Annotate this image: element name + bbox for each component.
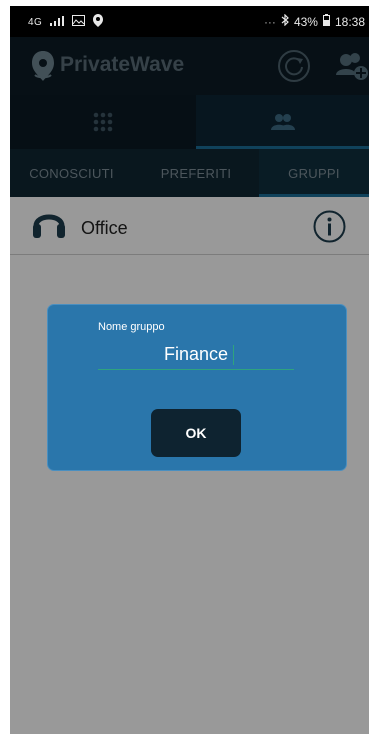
group-name-dialog: Nome gruppo Finance OK <box>47 304 347 471</box>
phone-screen: 4G ··· 43% 18:38 PrivateWave CONOSCIUTI … <box>10 6 369 734</box>
network-type: 4G <box>28 16 43 28</box>
text-cursor <box>233 345 234 365</box>
more-notifications-icon: ··· <box>263 14 276 29</box>
battery-icon <box>322 14 330 29</box>
ok-button[interactable]: OK <box>151 409 241 457</box>
group-name-input[interactable]: Finance <box>98 339 294 370</box>
battery-percent: 43% <box>293 14 318 29</box>
status-bar: 4G ··· 43% 18:38 <box>10 6 369 37</box>
group-name-input-value: Finance <box>163 344 229 364</box>
signal-icon <box>50 15 65 29</box>
bluetooth-icon <box>281 13 289 29</box>
image-notification-icon <box>72 15 86 29</box>
clock: 18:38 <box>334 14 365 29</box>
dialog-label: Nome gruppo <box>98 321 165 333</box>
privatewave-notification-icon <box>93 14 104 30</box>
